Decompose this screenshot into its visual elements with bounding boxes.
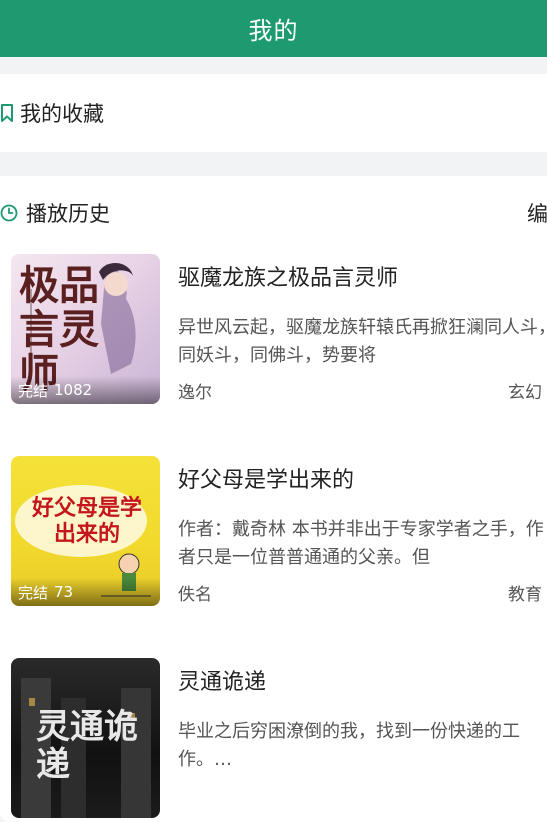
cover-title: 好父母是学出来的 — [31, 496, 142, 547]
edit-button[interactable]: 编 — [527, 198, 547, 228]
history-item[interactable]: 极品言灵师 完结 1082 驱魔龙族之极品言灵师 异世风云起，驱魔龙族轩辕氏再掀… — [0, 240, 547, 418]
book-cover: 灵通诡递 — [11, 658, 160, 818]
top-app-bar: 我的 — [0, 0, 547, 57]
page-title: 我的 — [248, 17, 299, 45]
book-description: 异世风云起，驱魔龙族轩辕氏再掀狂澜同人斗，同妖斗，同佛斗，势要将 — [178, 317, 547, 366]
book-description: 作者：戴奇林 本书并非出于专家学者之手，作者只是一位普普通通的父亲。但 — [178, 519, 544, 568]
history-label: 播放历史 — [26, 202, 110, 226]
favorites-card[interactable]: 我的收藏 — [0, 74, 547, 152]
bookmark-icon — [1, 104, 13, 122]
clock-icon — [0, 204, 18, 222]
episode-count: 73 — [54, 583, 74, 601]
history-item[interactable]: 好父母是学出来的 完结 73 好父母是学出来的 作者：戴奇林 本书并非出于专家学… — [0, 442, 547, 620]
book-title: 好父母是学出来的 — [178, 468, 355, 493]
book-author: 佚名 — [178, 585, 212, 605]
book-cover: 好父母是学出来的 完结 73 — [11, 456, 160, 606]
book-title: 灵通诡递 — [178, 670, 267, 695]
book-description: 毕业之后穷困潦倒的我，找到一份快递的工作。… — [178, 721, 520, 770]
book-genre: 玄幻 — [508, 383, 542, 403]
favorites-row[interactable]: 我的收藏 — [0, 74, 104, 152]
episode-count: 1082 — [54, 381, 93, 399]
cover-badge: 完结 73 — [11, 578, 160, 606]
book-genre: 教育 — [508, 585, 542, 605]
cover-title: 灵通诡递 — [36, 707, 138, 785]
book-author: 逸尔 — [178, 383, 212, 403]
book-cover: 极品言灵师 完结 1082 — [11, 254, 160, 404]
cover-badge: 完结 1082 — [11, 376, 160, 404]
history-title: 播放历史 — [0, 198, 110, 228]
status-label: 完结 — [18, 583, 49, 602]
status-label: 完结 — [18, 381, 49, 400]
history-item[interactable]: 灵通诡递 灵通诡递 毕业之后穷困潦倒的我，找到一份快递的工作。… — [0, 644, 547, 822]
favorites-label: 我的收藏 — [20, 102, 104, 126]
book-title: 驱魔龙族之极品言灵师 — [178, 266, 399, 291]
history-header: 播放历史 编 — [0, 186, 547, 236]
